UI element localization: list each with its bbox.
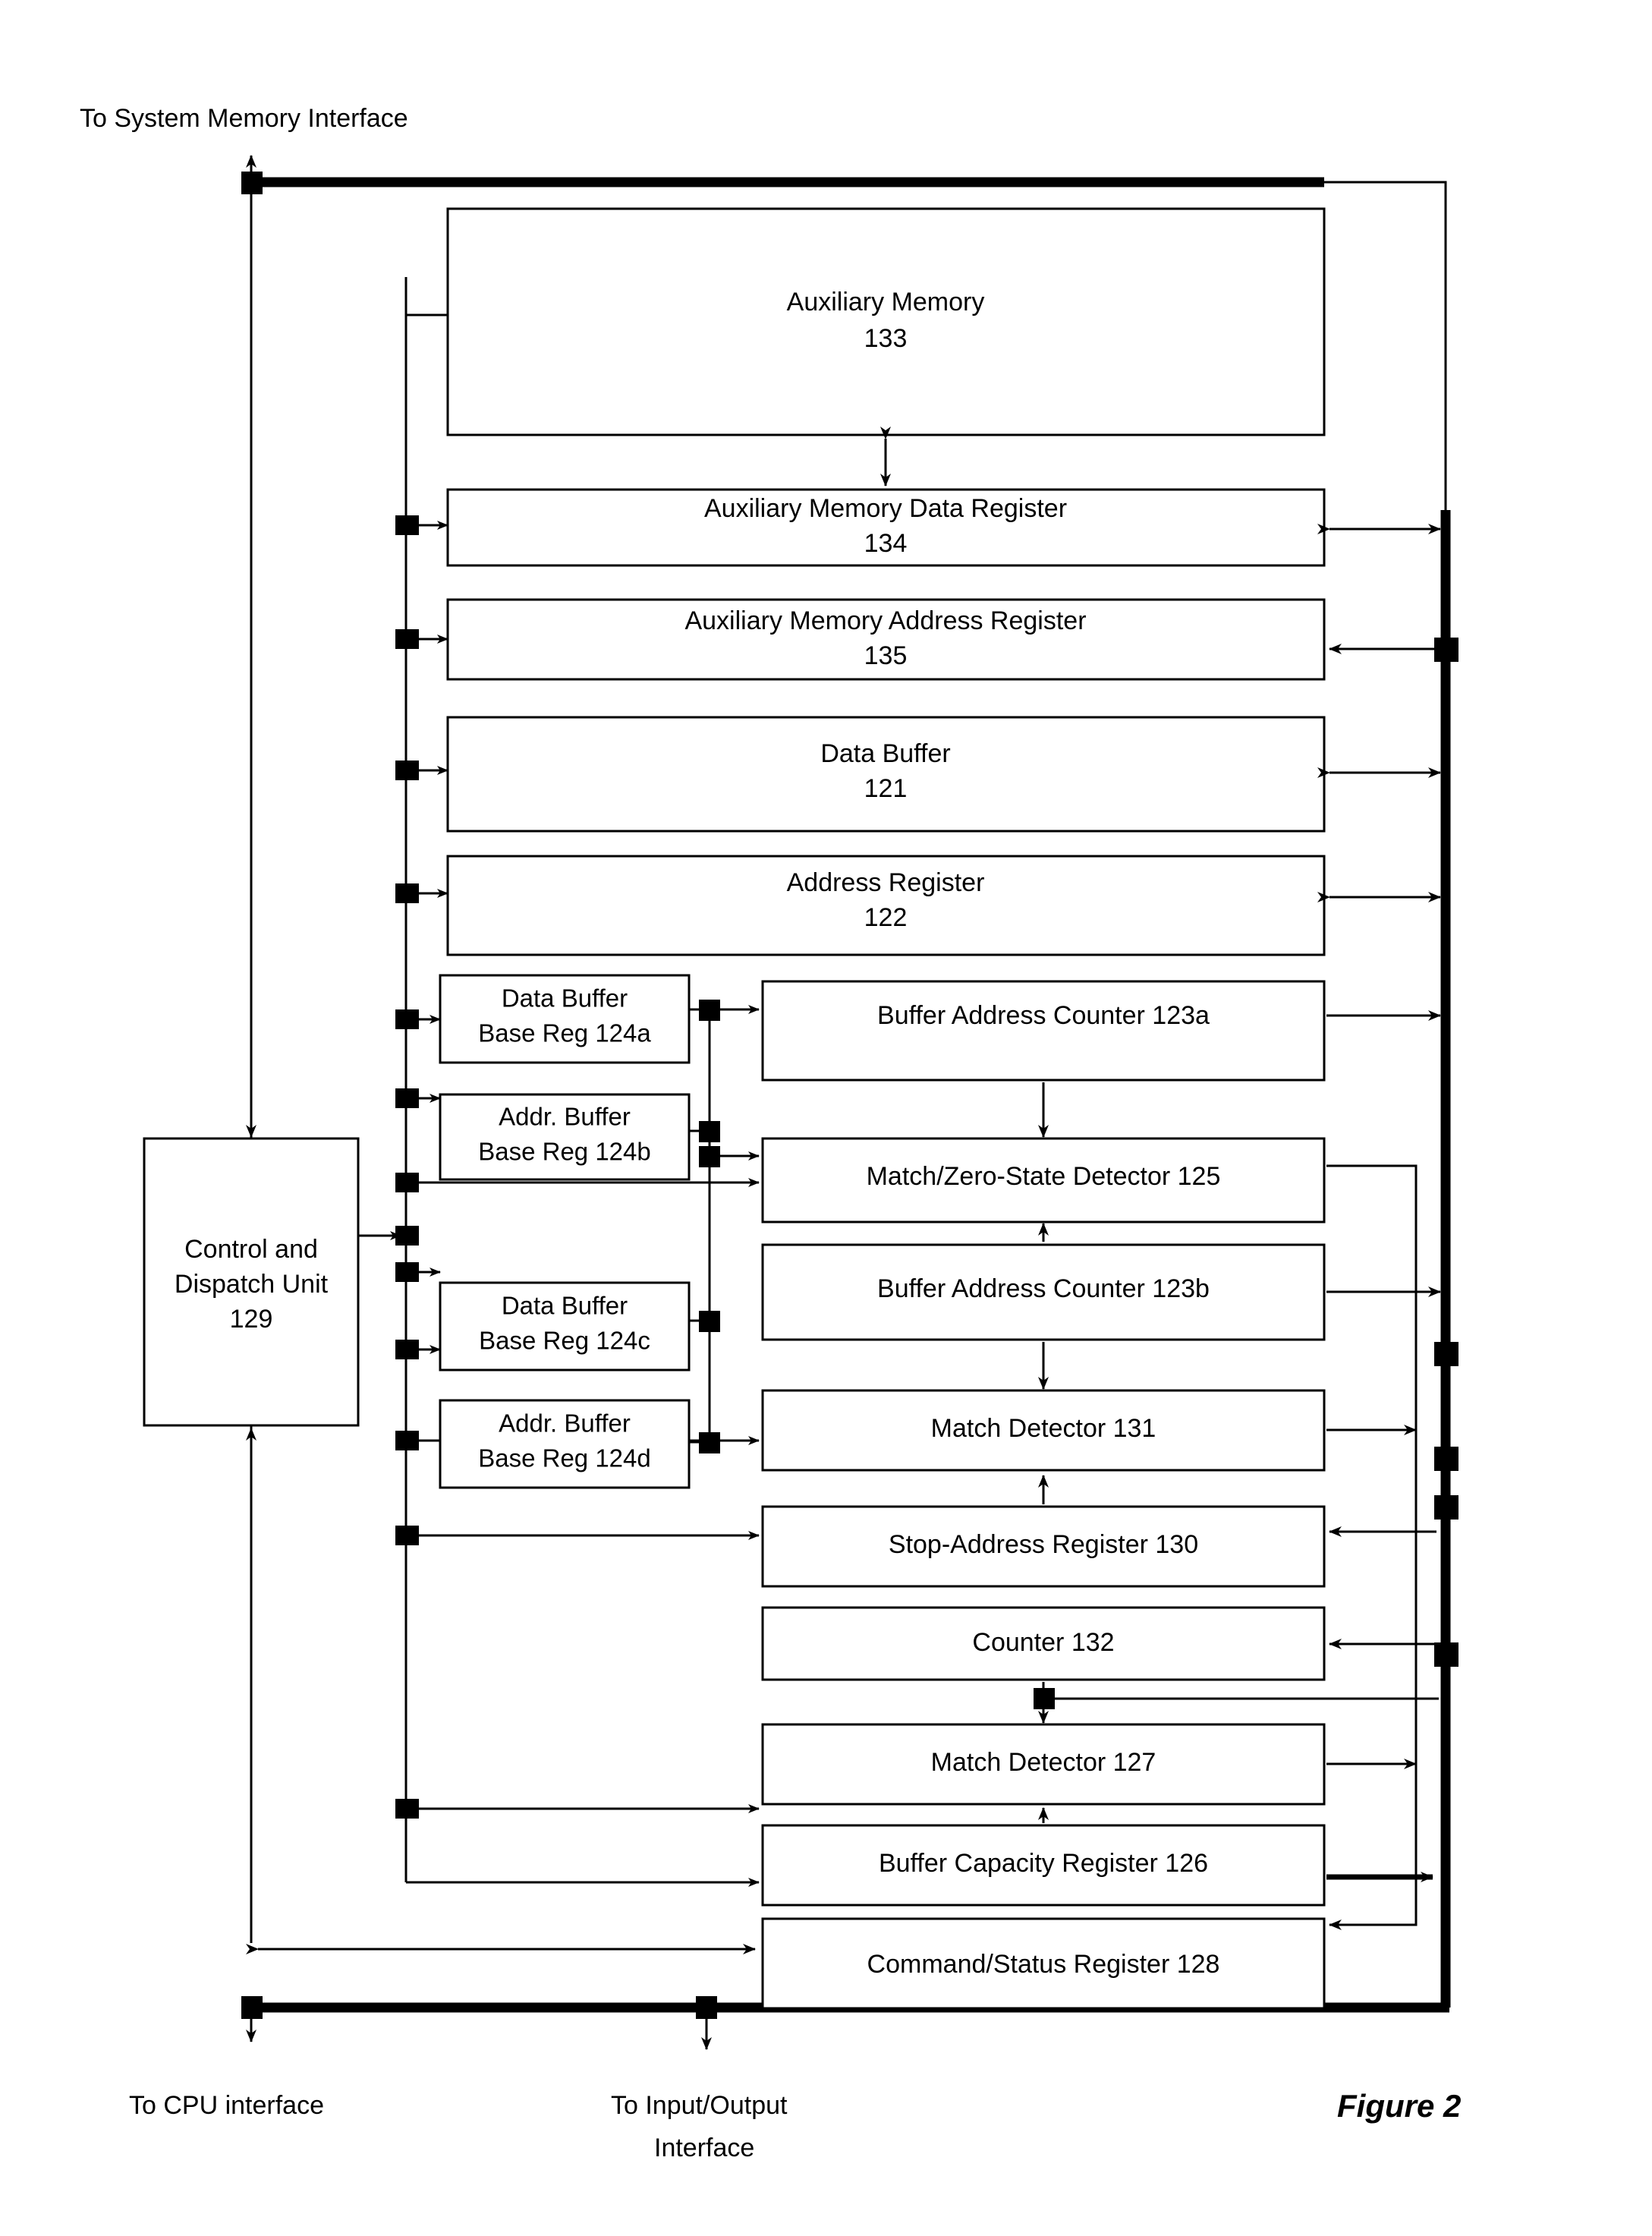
- block-124b-line2: Base Reg 124b: [478, 1138, 651, 1166]
- block-auxiliary-memory-ref: 133: [864, 324, 908, 353]
- block-130-title: Stop-Address Register 130: [889, 1530, 1198, 1559]
- block-address-register-122-ref: 122: [864, 903, 908, 932]
- block-control-dispatch-unit-line2: Dispatch Unit: [175, 1270, 329, 1299]
- block-131-title: Match Detector 131: [931, 1414, 1156, 1443]
- block-123b-title: Buffer Address Counter 123b: [877, 1274, 1210, 1303]
- block-control-dispatch-unit-line1: Control and: [184, 1235, 318, 1264]
- block-128-title: Command/Status Register 128: [867, 1950, 1220, 1979]
- junction-dot-bus-132: [1434, 1447, 1458, 1471]
- wire-125-to-128: [1326, 1164, 1418, 1930]
- junction-dot-124c-out: [699, 1311, 720, 1332]
- block-control-dispatch-unit-line3: 129: [230, 1305, 273, 1334]
- figure-canvas: To System Memory Interface To CPU interf…: [80, 104, 1461, 2162]
- junction-dot-bus-127: [1434, 1642, 1458, 1667]
- block-124c-line1: Data Buffer: [502, 1292, 628, 1320]
- patent-figure-2: To System Memory Interface To CPU interf…: [0, 0, 1652, 2236]
- block-124c-line2: Base Reg 124c: [479, 1327, 650, 1355]
- block-124b-line1: Addr. Buffer: [499, 1103, 631, 1131]
- label-to-system-memory-interface: To System Memory Interface: [80, 104, 408, 133]
- block-124a-line1: Data Buffer: [502, 984, 628, 1012]
- figure-caption: Figure 2: [1337, 2088, 1461, 2124]
- block-124d-line1: Addr. Buffer: [499, 1409, 631, 1438]
- block-data-buffer-121-title: Data Buffer: [820, 739, 950, 768]
- junction-dot-124b-out: [699, 1121, 720, 1142]
- block-124d-line2: Base Reg 124d: [478, 1444, 651, 1472]
- block-aux-memory-data-register-title: Auxiliary Memory Data Register: [704, 494, 1067, 523]
- block-auxiliary-memory[interactable]: [446, 207, 1326, 436]
- junction-dot-bus-counter-out: [1434, 1495, 1458, 1520]
- block-buffer-address-counter-123a[interactable]: [761, 980, 1326, 1082]
- block-data-buffer-121-ref: 121: [864, 774, 908, 803]
- block-126-title: Buffer Capacity Register 126: [879, 1849, 1208, 1878]
- block-123a-title: Buffer Address Counter 123a: [877, 1001, 1210, 1030]
- top-bus-right-leg: [1320, 181, 1447, 510]
- junction-dot-bus-135: [1434, 638, 1458, 662]
- block-132-title: Counter 132: [972, 1628, 1114, 1657]
- junction-dot-bus-130: [1434, 1342, 1458, 1366]
- block-address-register-122-title: Address Register: [787, 868, 985, 897]
- block-aux-memory-address-register-ref: 135: [864, 641, 908, 670]
- label-to-io-interface-line2: Interface: [654, 2134, 754, 2162]
- junction-dot-124d-out: [699, 1432, 720, 1453]
- label-to-cpu-interface: To CPU interface: [129, 2091, 324, 2120]
- block-auxiliary-memory-title: Auxiliary Memory: [787, 288, 985, 317]
- block-127-title: Match Detector 127: [931, 1748, 1156, 1777]
- block-125-title: Match/Zero-State Detector 125: [867, 1162, 1221, 1191]
- block-aux-memory-data-register-ref: 134: [864, 529, 908, 558]
- label-to-io-interface-line1: To Input/Output: [611, 2091, 788, 2120]
- block-124a-line2: Base Reg 124a: [478, 1019, 651, 1047]
- block-aux-memory-address-register-title: Auxiliary Memory Address Register: [684, 606, 1086, 635]
